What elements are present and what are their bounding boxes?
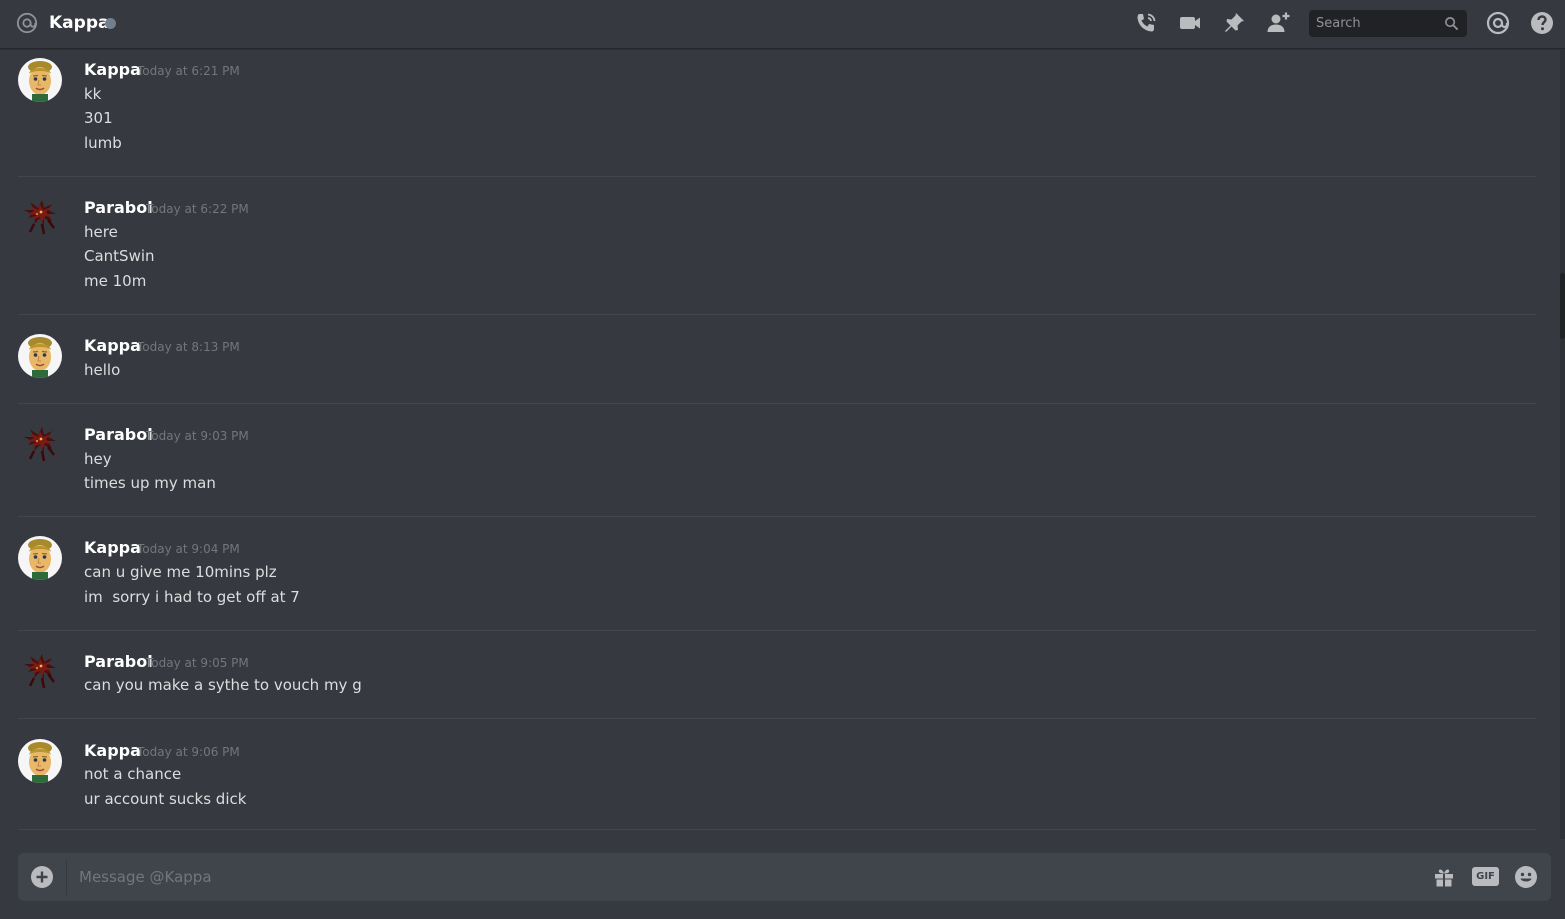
gift-icon[interactable] bbox=[1432, 865, 1456, 889]
gif-button[interactable]: GIF bbox=[1472, 867, 1499, 886]
kappa-avatar[interactable] bbox=[18, 334, 62, 378]
scrollbar-thumb[interactable] bbox=[1560, 273, 1565, 339]
message-author[interactable]: Kappa bbox=[84, 336, 141, 356]
upload-button[interactable] bbox=[30, 865, 54, 889]
message-line: hello bbox=[84, 361, 121, 379]
kappa-avatar[interactable] bbox=[18, 58, 62, 102]
help-icon[interactable] bbox=[1530, 11, 1554, 35]
composer-divider bbox=[66, 859, 67, 895]
message-list[interactable]: Kappa Today at 6:21 PM kk 301 lumb Parab… bbox=[0, 49, 1560, 839]
message-divider bbox=[18, 718, 1536, 719]
parabol-avatar[interactable] bbox=[18, 196, 62, 240]
message-line: times up my man bbox=[84, 474, 216, 492]
pin-icon[interactable] bbox=[1222, 11, 1246, 35]
gif-label: GIF bbox=[1476, 871, 1495, 882]
message-timestamp: Today at 9:05 PM bbox=[146, 656, 249, 670]
message-author[interactable]: Kappa bbox=[84, 60, 141, 80]
message-composer: GIF bbox=[18, 853, 1551, 901]
message-divider bbox=[18, 829, 1536, 830]
channel-header: Kappa bbox=[0, 0, 1565, 49]
message-input[interactable] bbox=[79, 853, 1419, 901]
call-icon[interactable] bbox=[1134, 11, 1158, 35]
channel-name: Kappa bbox=[49, 13, 110, 33]
message-timestamp: Today at 6:21 PM bbox=[137, 64, 240, 78]
status-dot bbox=[105, 18, 116, 29]
message-line: 301 bbox=[84, 109, 113, 127]
scrollbar[interactable] bbox=[1560, 49, 1565, 839]
message-line: ur account sucks dick bbox=[84, 790, 247, 808]
message-divider bbox=[18, 314, 1536, 315]
message-timestamp: Today at 9:03 PM bbox=[146, 429, 249, 443]
message-author[interactable]: Kappa bbox=[84, 538, 141, 558]
message-author[interactable]: Parabol bbox=[84, 652, 153, 672]
message-timestamp: Today at 8:13 PM bbox=[137, 340, 240, 354]
dm-window: Kappa Search Kappa Today at 6:21 PM kk 3… bbox=[0, 0, 1565, 919]
message-line: can u give me 10mins plz bbox=[84, 563, 277, 581]
search-box[interactable] bbox=[1309, 10, 1467, 37]
video-icon[interactable] bbox=[1178, 11, 1202, 35]
message-author[interactable]: Parabol bbox=[84, 425, 153, 445]
message-line: kk bbox=[84, 85, 102, 103]
message-line: im sorry i had to get off at 7 bbox=[84, 588, 300, 606]
message-author[interactable]: Kappa bbox=[84, 741, 141, 761]
emoji-icon[interactable] bbox=[1514, 865, 1538, 889]
parabol-avatar[interactable] bbox=[18, 650, 62, 694]
message-timestamp: Today at 9:06 PM bbox=[137, 745, 240, 759]
message-timestamp: Today at 6:22 PM bbox=[146, 202, 249, 216]
message-line: not a chance bbox=[84, 765, 182, 783]
kappa-avatar[interactable] bbox=[18, 536, 62, 580]
search-input[interactable] bbox=[1309, 10, 1441, 37]
message-author[interactable]: Parabol bbox=[84, 198, 153, 218]
kappa-avatar[interactable] bbox=[18, 739, 62, 783]
add-friend-icon[interactable] bbox=[1266, 11, 1290, 35]
parabol-avatar[interactable] bbox=[18, 423, 62, 467]
message-line: hey bbox=[84, 450, 112, 468]
message-divider bbox=[18, 403, 1536, 404]
message-divider bbox=[18, 630, 1536, 631]
message-divider bbox=[18, 176, 1536, 177]
message-line: here bbox=[84, 223, 118, 241]
message-line: lumb bbox=[84, 134, 122, 152]
at-icon bbox=[16, 12, 38, 34]
message-line: CantSwin bbox=[84, 247, 155, 265]
search-icon bbox=[1445, 17, 1459, 31]
message-line: me 10m bbox=[84, 272, 147, 290]
message-divider bbox=[18, 516, 1536, 517]
message-line: can you make a sythe to vouch my g bbox=[84, 676, 362, 694]
message-timestamp: Today at 9:04 PM bbox=[137, 542, 240, 556]
mention-icon[interactable] bbox=[1486, 11, 1510, 35]
